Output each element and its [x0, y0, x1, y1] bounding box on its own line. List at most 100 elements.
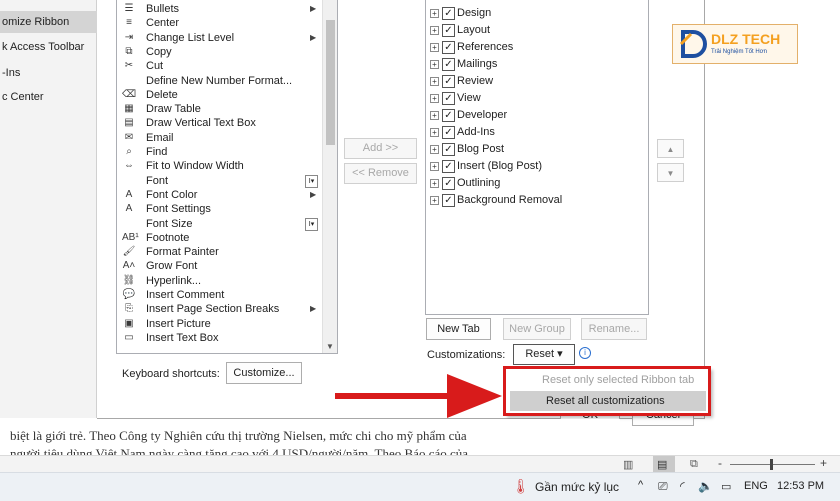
- new-group-button[interactable]: New Group: [503, 318, 571, 340]
- zoom-slider-thumb[interactable]: [770, 459, 773, 470]
- zoom-out-button[interactable]: -: [718, 456, 722, 470]
- command-item[interactable]: Font I▾: [117, 174, 322, 188]
- command-item[interactable]: A˄ Grow Font: [117, 259, 322, 273]
- language-indicator[interactable]: ENG: [744, 480, 768, 492]
- command-item[interactable]: ▤ Draw Vertical Text Box: [117, 116, 322, 130]
- scroll-down-icon[interactable]: ▼: [326, 342, 334, 351]
- commands-list[interactable]: ☰ Bullets ▶ ≡ Center ⇥ Change List Level ▶ ⧉ Copy…: [116, 0, 338, 354]
- volume-icon[interactable]: 🔈: [698, 479, 713, 493]
- customize-button[interactable]: Customize...: [226, 362, 302, 384]
- tab-checkbox[interactable]: ✓: [442, 126, 455, 139]
- commands-scrollbar[interactable]: ▼: [322, 0, 337, 353]
- battery-icon[interactable]: ▭: [721, 480, 731, 493]
- customizations-label: Customizations:: [427, 349, 506, 361]
- vertical-textbox-icon: ▤: [124, 117, 134, 129]
- keyboard-shortcuts-label: Keyboard shortcuts:: [122, 368, 220, 380]
- command-item[interactable]: ✉ Email: [117, 131, 322, 145]
- expand-icon[interactable]: +: [430, 77, 439, 86]
- new-tab-button[interactable]: New Tab: [426, 318, 491, 340]
- reset-dropdown-button[interactable]: Reset ▾: [513, 344, 575, 365]
- ribbon-tabs-tree[interactable]: + ✓ Design + ✓ Layout + ✓ References + ✓ Mailings + ✓…: [425, 0, 649, 315]
- expand-icon[interactable]: +: [430, 94, 439, 103]
- command-item[interactable]: A Font Color ▶: [117, 188, 322, 202]
- tab-checkbox[interactable]: ✓: [442, 92, 455, 105]
- command-item[interactable]: ⌫ Delete: [117, 88, 322, 102]
- expand-icon[interactable]: +: [430, 60, 439, 69]
- expand-icon[interactable]: +: [430, 179, 439, 188]
- command-item[interactable]: ▭ Insert Text Box: [117, 331, 322, 345]
- hyperlink-icon: ⛓: [122, 274, 136, 286]
- move-down-button[interactable]: ▼: [657, 163, 684, 182]
- command-item[interactable]: ⧉ Copy: [117, 45, 322, 59]
- command-label: Font Settings: [146, 203, 211, 216]
- delete-icon: ⌫: [122, 88, 137, 100]
- command-item[interactable]: ▣ Insert Picture: [117, 317, 322, 331]
- tab-checkbox[interactable]: ✓: [442, 194, 455, 207]
- command-item[interactable]: 💬 Insert Comment: [117, 288, 322, 302]
- document-body[interactable]: biệt là giới trẻ. Theo Công ty Nghiên cứ…: [0, 419, 620, 455]
- expand-icon[interactable]: +: [430, 26, 439, 35]
- chevron-up-icon[interactable]: ^: [638, 479, 643, 491]
- tab-checkbox[interactable]: ✓: [442, 7, 455, 20]
- rename-button[interactable]: Rename...: [581, 318, 647, 340]
- command-item[interactable]: ⇥ Change List Level ▶: [117, 31, 322, 45]
- wifi-icon[interactable]: ◜: [680, 479, 685, 493]
- command-item[interactable]: Define New Number Format...: [117, 74, 322, 88]
- command-item[interactable]: AB¹ Footnote: [117, 231, 322, 245]
- command-item[interactable]: ☰ Bullets ▶: [117, 2, 322, 16]
- taskbar: 🌡 Gần mức kỷ lục ^ ⎚ ◜ 🔈 ▭ ENG 12:53 PM: [0, 472, 840, 501]
- submenu-arrow-icon: ▶: [310, 4, 317, 13]
- document-line: người tiêu dùng Việt Nam ngày càng tăng …: [10, 446, 469, 455]
- expand-icon[interactable]: +: [430, 9, 439, 18]
- weather-text[interactable]: Gần mức kỷ lục: [535, 480, 619, 494]
- expand-icon[interactable]: +: [430, 128, 439, 137]
- commands-scroll-thumb[interactable]: [326, 20, 335, 145]
- command-item[interactable]: ⎘ Insert Page Section Breaks ▶: [117, 302, 322, 316]
- web-layout-icon[interactable]: ⧉: [690, 458, 698, 471]
- command-item[interactable]: ⛓ Hyperlink...: [117, 274, 322, 288]
- remove-button[interactable]: << Remove: [344, 163, 417, 184]
- add-button[interactable]: Add >>: [344, 138, 417, 159]
- command-item[interactable]: ✂ Cut: [117, 59, 322, 73]
- tab-checkbox[interactable]: ✓: [442, 160, 455, 173]
- command-item[interactable]: ≡ Center: [117, 16, 322, 30]
- move-up-button[interactable]: ▲: [657, 139, 684, 158]
- expand-icon[interactable]: +: [430, 196, 439, 205]
- device-icon[interactable]: ⎚: [658, 479, 668, 494]
- nav-item-add-ins[interactable]: -Ins: [0, 62, 98, 84]
- tab-checkbox[interactable]: ✓: [442, 41, 455, 54]
- tab-checkbox[interactable]: ✓: [442, 24, 455, 37]
- command-item[interactable]: 🖌 Format Painter: [117, 245, 322, 259]
- nav-item-quick-access-toolbar[interactable]: k Access Toolbar: [0, 36, 98, 58]
- read-mode-icon[interactable]: ▥: [623, 458, 633, 471]
- tab-checkbox[interactable]: ✓: [442, 143, 455, 156]
- expand-icon[interactable]: +: [430, 145, 439, 154]
- tab-checkbox[interactable]: ✓: [442, 177, 455, 190]
- expand-icon[interactable]: +: [430, 111, 439, 120]
- options-nav: omize Ribbon k Access Toolbar -Ins c Cen…: [0, 0, 98, 418]
- command-label: Email: [146, 131, 174, 144]
- dlz-tech-logo: DLZ TECH Trải Nghiệm Tốt Hơn: [672, 24, 798, 64]
- print-layout-icon[interactable]: ▤: [657, 458, 667, 471]
- zoom-in-button[interactable]: +: [820, 456, 827, 470]
- tab-checkbox[interactable]: ✓: [442, 75, 455, 88]
- tab-checkbox[interactable]: ✓: [442, 58, 455, 71]
- info-icon: i: [579, 347, 591, 359]
- expand-icon[interactable]: +: [430, 162, 439, 171]
- align-center-icon: ≡: [126, 17, 132, 29]
- command-item[interactable]: ▦ Draw Table: [117, 102, 322, 116]
- tab-label: Insert (Blog Post): [457, 160, 542, 172]
- tab-checkbox[interactable]: ✓: [442, 109, 455, 122]
- nav-item-customize-ribbon[interactable]: omize Ribbon: [0, 11, 98, 33]
- command-label: Insert Comment: [146, 289, 225, 301]
- fit-width-icon: ⇔: [124, 160, 134, 172]
- command-item[interactable]: ⇔ Fit to Window Width: [117, 159, 322, 173]
- command-item[interactable]: ⌕ Find: [117, 145, 322, 159]
- expand-icon[interactable]: +: [430, 43, 439, 52]
- command-item[interactable]: A Font Settings: [117, 202, 322, 216]
- tab-label: Layout: [457, 24, 491, 36]
- command-label: Center: [146, 17, 180, 30]
- command-item[interactable]: Font Size I▾: [117, 217, 322, 231]
- clock[interactable]: 12:53 PM: [777, 480, 824, 492]
- nav-item-trust-center[interactable]: c Center: [0, 86, 98, 108]
